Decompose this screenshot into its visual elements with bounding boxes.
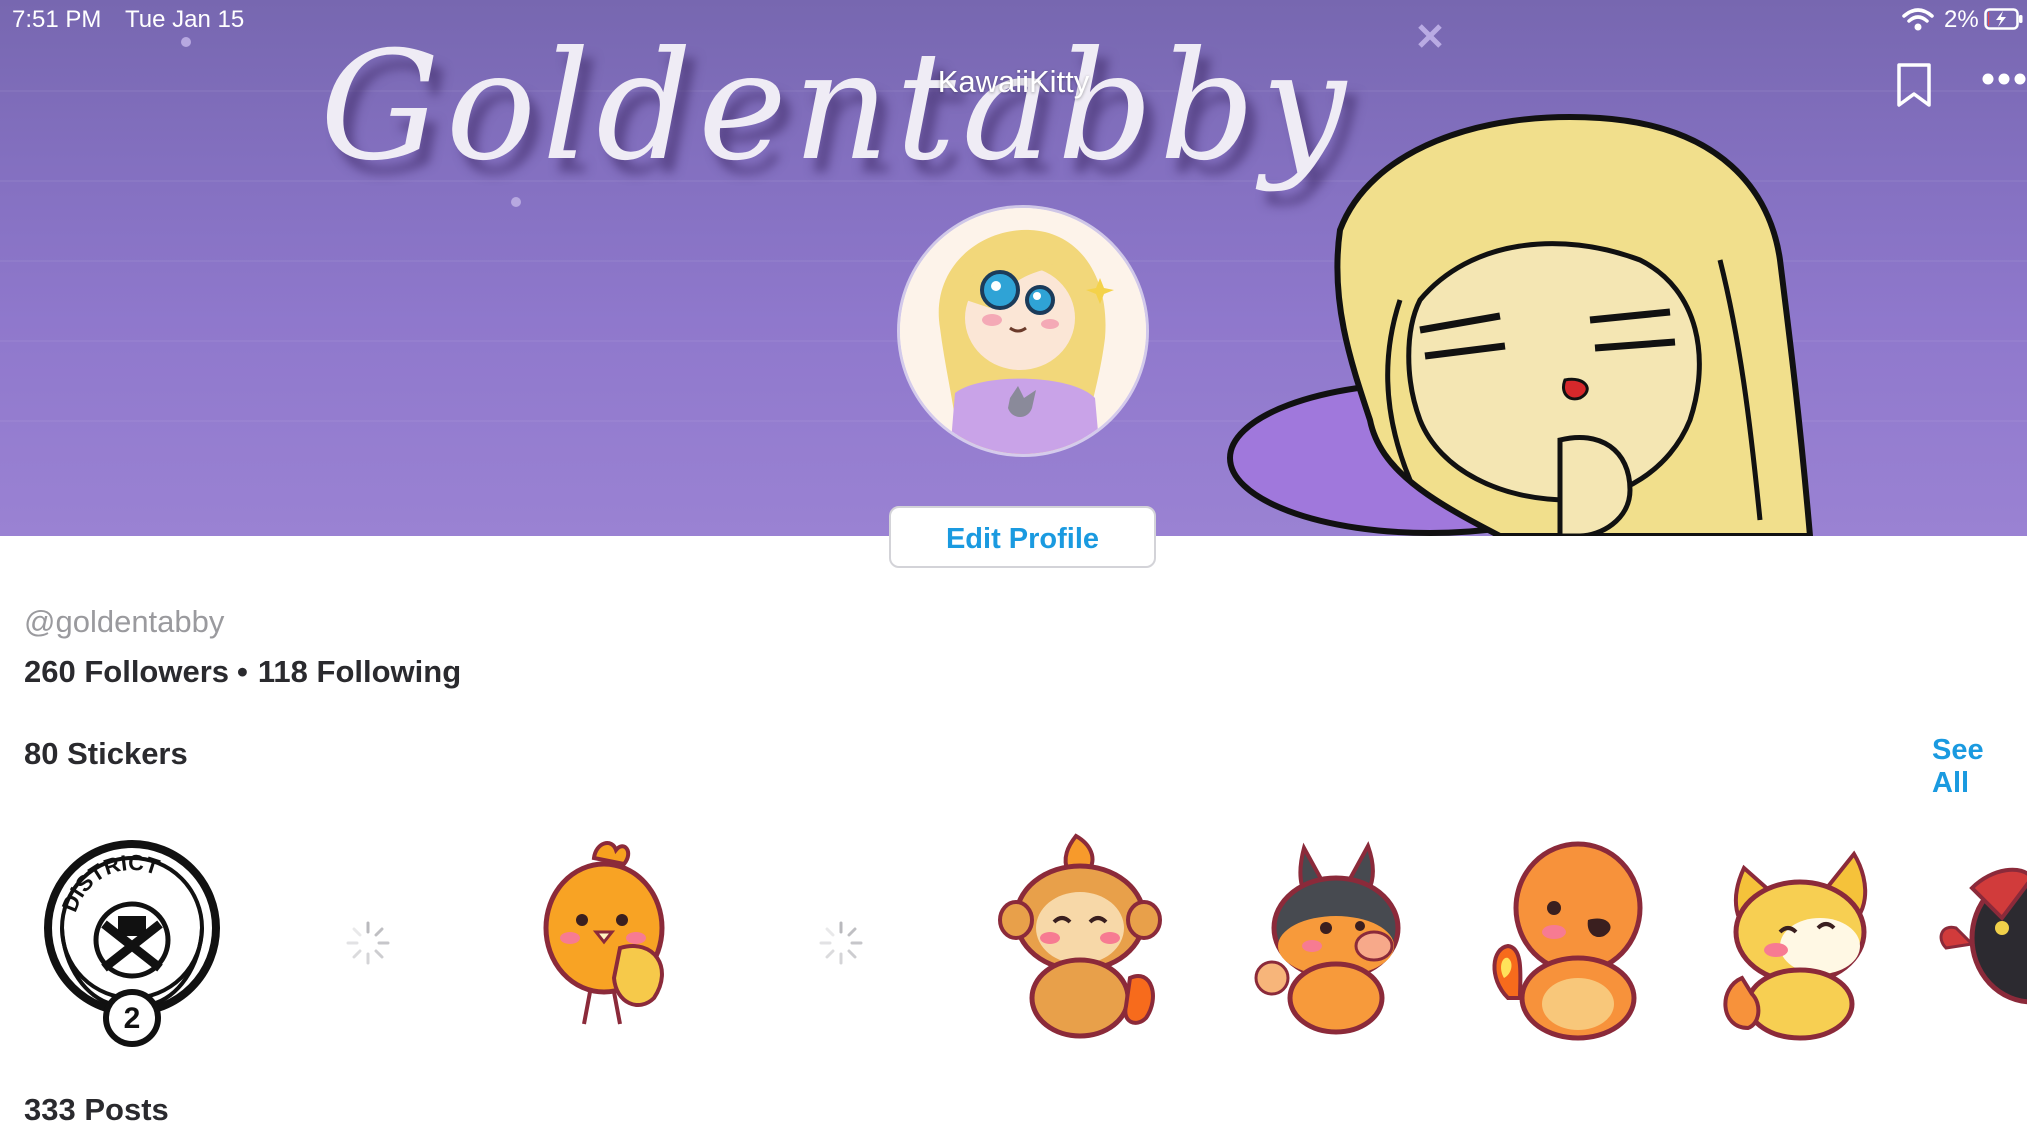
follow-stats: 260 Followers • 118 Following [24, 654, 461, 690]
fire-lizard-sticker[interactable] [1468, 828, 1668, 1048]
loading-spinner [819, 921, 863, 965]
dark-creature-sticker[interactable] [1932, 828, 2027, 1048]
status-date: Tue Jan 15 [125, 6, 245, 33]
fire-monkey-sticker[interactable] [980, 828, 1180, 1048]
see-all-stickers-link[interactable]: See All [1932, 734, 2027, 800]
status-time: 7:51 PM [12, 6, 102, 33]
following-count[interactable]: 118 Following [258, 654, 461, 690]
followers-count[interactable]: 260 Followers [24, 654, 229, 690]
profile-handle: @goldentabby [24, 604, 225, 639]
stickers-section-title: 80 Stickers [24, 736, 188, 771]
avatar-illustration [900, 208, 1146, 454]
fire-fox-sticker[interactable] [1700, 828, 1900, 1048]
wifi-icon [1902, 8, 1934, 31]
district-2-emblem-sticker[interactable]: DISTRICT 2 [32, 828, 232, 1048]
loading-spinner [346, 921, 390, 965]
chick-sticker[interactable] [504, 828, 704, 1048]
fire-pig-sticker[interactable] [1236, 828, 1436, 1048]
stats-separator: • [237, 654, 248, 689]
profile-title: KawaiiKitty [937, 64, 1090, 99]
battery-percentage: 2% [1944, 6, 1979, 33]
status-bar: 7:51 PM Tue Jan 15 2% [0, 0, 2027, 40]
bookmark-icon[interactable] [1896, 62, 1932, 108]
posts-section-title: 333 Posts [24, 1092, 169, 1127]
more-horizontal-icon[interactable] [1982, 72, 2026, 86]
edit-profile-button[interactable]: Edit Profile [889, 506, 1156, 568]
district-number: 2 [124, 1002, 141, 1035]
battery-charging-icon [1984, 8, 2023, 30]
avatar[interactable] [900, 208, 1146, 454]
